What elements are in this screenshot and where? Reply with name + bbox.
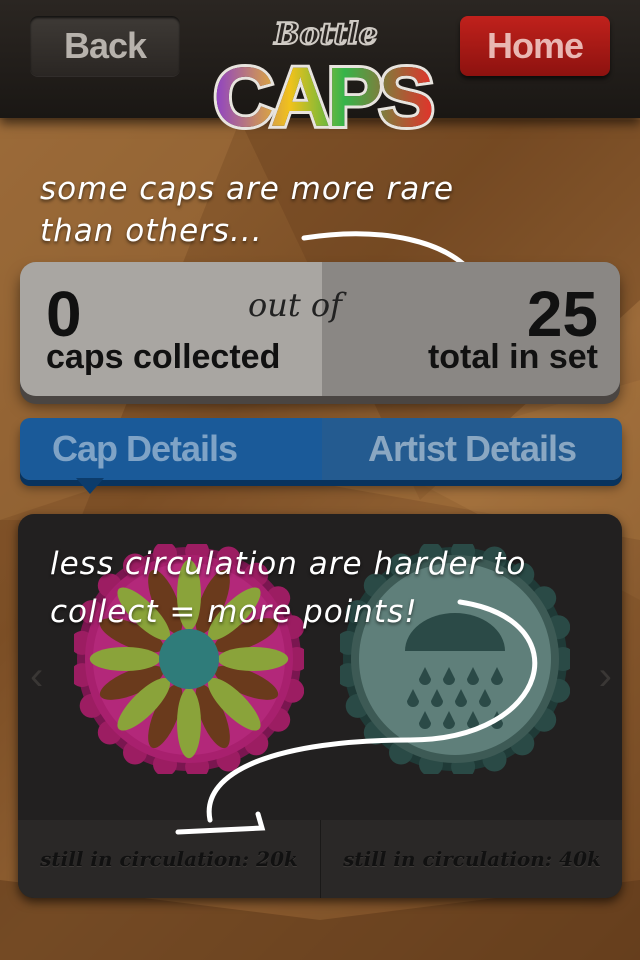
annotation-arrow-icon <box>175 599 538 835</box>
out-of-separator: out of <box>248 286 343 324</box>
chevron-right-icon[interactable]: › <box>599 654 612 699</box>
collected-count: 0 <box>46 278 82 350</box>
tab-artist-details[interactable]: Artist Details <box>322 418 622 480</box>
home-button[interactable]: Home <box>460 16 610 76</box>
annotation-text: less circulation are harder to <box>50 546 527 582</box>
svg-text:Bottle: Bottle <box>273 17 378 52</box>
tab-cap-details[interactable]: Cap Details <box>20 418 322 480</box>
collected-label: caps collected <box>46 338 281 376</box>
chevron-left-icon[interactable]: ‹ <box>30 654 43 699</box>
collection-stats: 0 caps collected 25 total in set <box>20 262 620 396</box>
total-label: total in set <box>427 338 598 376</box>
back-button[interactable]: Back <box>30 16 180 76</box>
annotation-text: some caps are more rare <box>40 171 455 207</box>
bottle-caps-logo: Bottle CAPS CAPS <box>210 16 438 147</box>
total-count: 25 <box>526 278 598 350</box>
active-tab-pointer <box>76 478 104 494</box>
details-tabs: Cap Details Artist Details <box>20 418 622 480</box>
svg-text:CAPS: CAPS <box>213 50 431 144</box>
